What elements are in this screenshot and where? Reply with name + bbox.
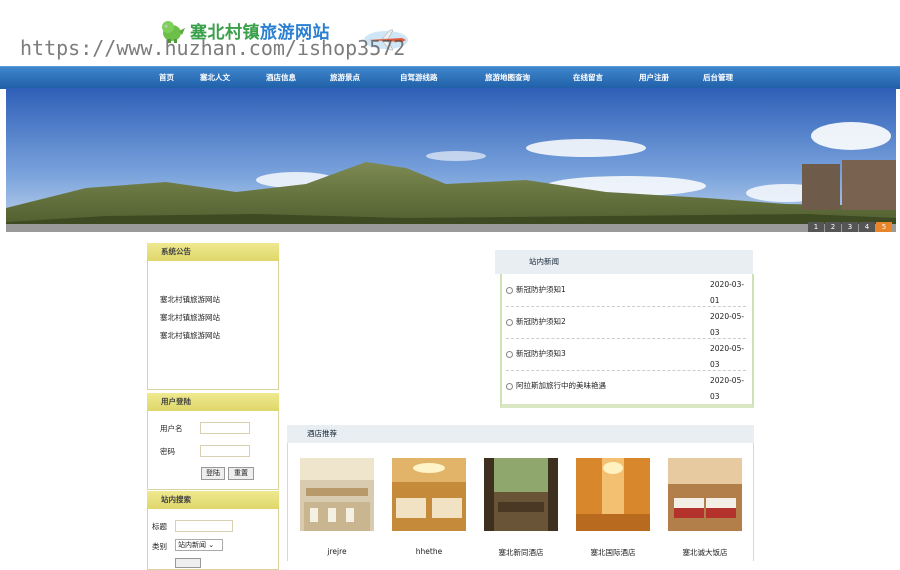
hotel-photo [392,458,466,531]
banner-page-1[interactable]: 1 [808,222,824,232]
news-item-link[interactable]: 阿拉斯加旅行中的美味艳遇 [506,380,606,391]
hotel-photo [300,458,374,531]
news-date: 2020-05-03 [710,344,745,369]
bullet-icon [506,382,513,390]
news-item-link[interactable]: 新冠防护须知3 [506,348,566,359]
password-label: 密码 [160,447,175,456]
hotel-name: hhethe [415,547,443,556]
banner-page-3[interactable]: 3 [842,222,858,232]
banner-page-4[interactable]: 4 [859,222,875,232]
nav-item-attractions[interactable]: 旅游景点 [330,67,360,89]
banner-page-5[interactable]: 5 [876,222,892,232]
hotel-card[interactable]: 塞北国际酒店 [576,458,650,557]
bullet-icon [506,318,513,326]
news-row: 新冠防护须知1 2020-03-01 [506,274,746,307]
hotel-card[interactable]: hhethe [392,458,466,556]
hotel-photo [668,458,742,531]
search-title-input[interactable] [175,520,233,532]
hotel-recommend-list: jrejre hhethe 塞北新同酒店 塞北国际酒店 塞北诚大饭店 [287,443,754,561]
hotel-card[interactable]: 塞北诚大饭店 [668,458,742,557]
banner-image [6,88,896,232]
news-item-link[interactable]: 新冠防护须知1 [506,284,566,295]
hotel-name: 塞北国际酒店 [590,548,636,557]
main-nav: 首页 塞北人文 酒店信息 旅游景点 自驾游线路 旅游地图查询 在线留言 用户注册… [0,66,900,89]
username-input[interactable] [200,422,250,434]
search-button[interactable] [175,558,201,568]
banner-slideshow[interactable]: 1 2 3 4 5 [6,88,896,232]
news-title: 站内新闻 [495,250,753,274]
notice-title: 系统公告 [147,243,279,261]
banner-pager: 1 2 3 4 5 [808,222,892,232]
nav-item-selfdrive-routes[interactable]: 自驾游线路 [400,67,438,89]
header: 塞北村镇旅游网站 https://www.huzhan.com/ishop357… [0,0,900,66]
notice-panel: 系统公告 塞北村镇旅游网站 塞北村镇旅游网站 塞北村镇旅游网站 [147,243,279,390]
search-title: 站内搜索 [147,491,279,509]
chevron-down-icon: ⌄ [208,541,215,549]
news-item-link[interactable]: 新冠防护须知2 [506,316,566,327]
hotel-photo [484,458,558,531]
login-button[interactable]: 登陆 [201,467,225,480]
reset-button[interactable]: 重置 [228,467,254,480]
notice-item[interactable]: 塞北村镇旅游网站 [160,312,220,323]
news-list: 新冠防护须知1 2020-03-01 新冠防护须知2 2020-05-03 新冠… [500,274,754,408]
nav-item-messages[interactable]: 在线留言 [573,67,603,89]
news-date: 2020-03-01 [710,280,745,305]
hotel-name: 塞北诚大饭店 [682,548,728,557]
bullet-icon [506,286,513,294]
search-panel: 站内搜索 标题 类别 站内新闻 ⌄ [147,491,279,570]
login-panel: 用户登陆 用户名 密码 登陆 重置 [147,393,279,490]
nav-item-hotels[interactable]: 酒店信息 [266,67,296,89]
hotel-card[interactable]: 塞北新同酒店 [484,458,558,557]
news-row: 阿拉斯加旅行中的美味艳遇 2020-05-03 [506,370,746,402]
search-category-label: 类别 [152,542,167,551]
notice-item[interactable]: 塞北村镇旅游网站 [160,294,220,305]
hotel-photo [576,458,650,531]
nav-item-map[interactable]: 旅游地图查询 [485,67,530,89]
hotel-name: 塞北新同酒店 [498,548,544,557]
news-date: 2020-05-03 [710,376,745,401]
nav-item-register[interactable]: 用户注册 [639,67,669,89]
login-body: 用户名 密码 登陆 重置 [147,411,279,490]
nav-item-culture[interactable]: 塞北人文 [200,67,230,89]
nav-item-home[interactable]: 首页 [159,67,174,89]
search-category-value: 站内新闻 [178,541,206,549]
notice-body: 塞北村镇旅游网站 塞北村镇旅游网站 塞北村镇旅游网站 [147,261,279,390]
watermark-text: https://www.huzhan.com/ishop3572 [20,36,406,60]
banner-page-2[interactable]: 2 [825,222,841,232]
nav-item-admin[interactable]: 后台管理 [703,67,733,89]
search-title-label: 标题 [152,522,167,531]
login-title: 用户登陆 [147,393,279,411]
username-label: 用户名 [160,424,183,433]
news-date: 2020-05-03 [710,312,745,337]
hotel-name: jrejre [327,547,347,556]
bullet-icon [506,350,513,358]
password-input[interactable] [200,445,250,457]
notice-item[interactable]: 塞北村镇旅游网站 [160,330,220,341]
search-category-select[interactable]: 站内新闻 ⌄ [175,539,223,551]
news-row: 新冠防护须知2 2020-05-03 [506,306,746,339]
hotel-card[interactable]: jrejre [300,458,374,556]
hotel-recommend-title: 酒店推荐 [287,425,754,443]
news-row: 新冠防护须知3 2020-05-03 [506,338,746,371]
